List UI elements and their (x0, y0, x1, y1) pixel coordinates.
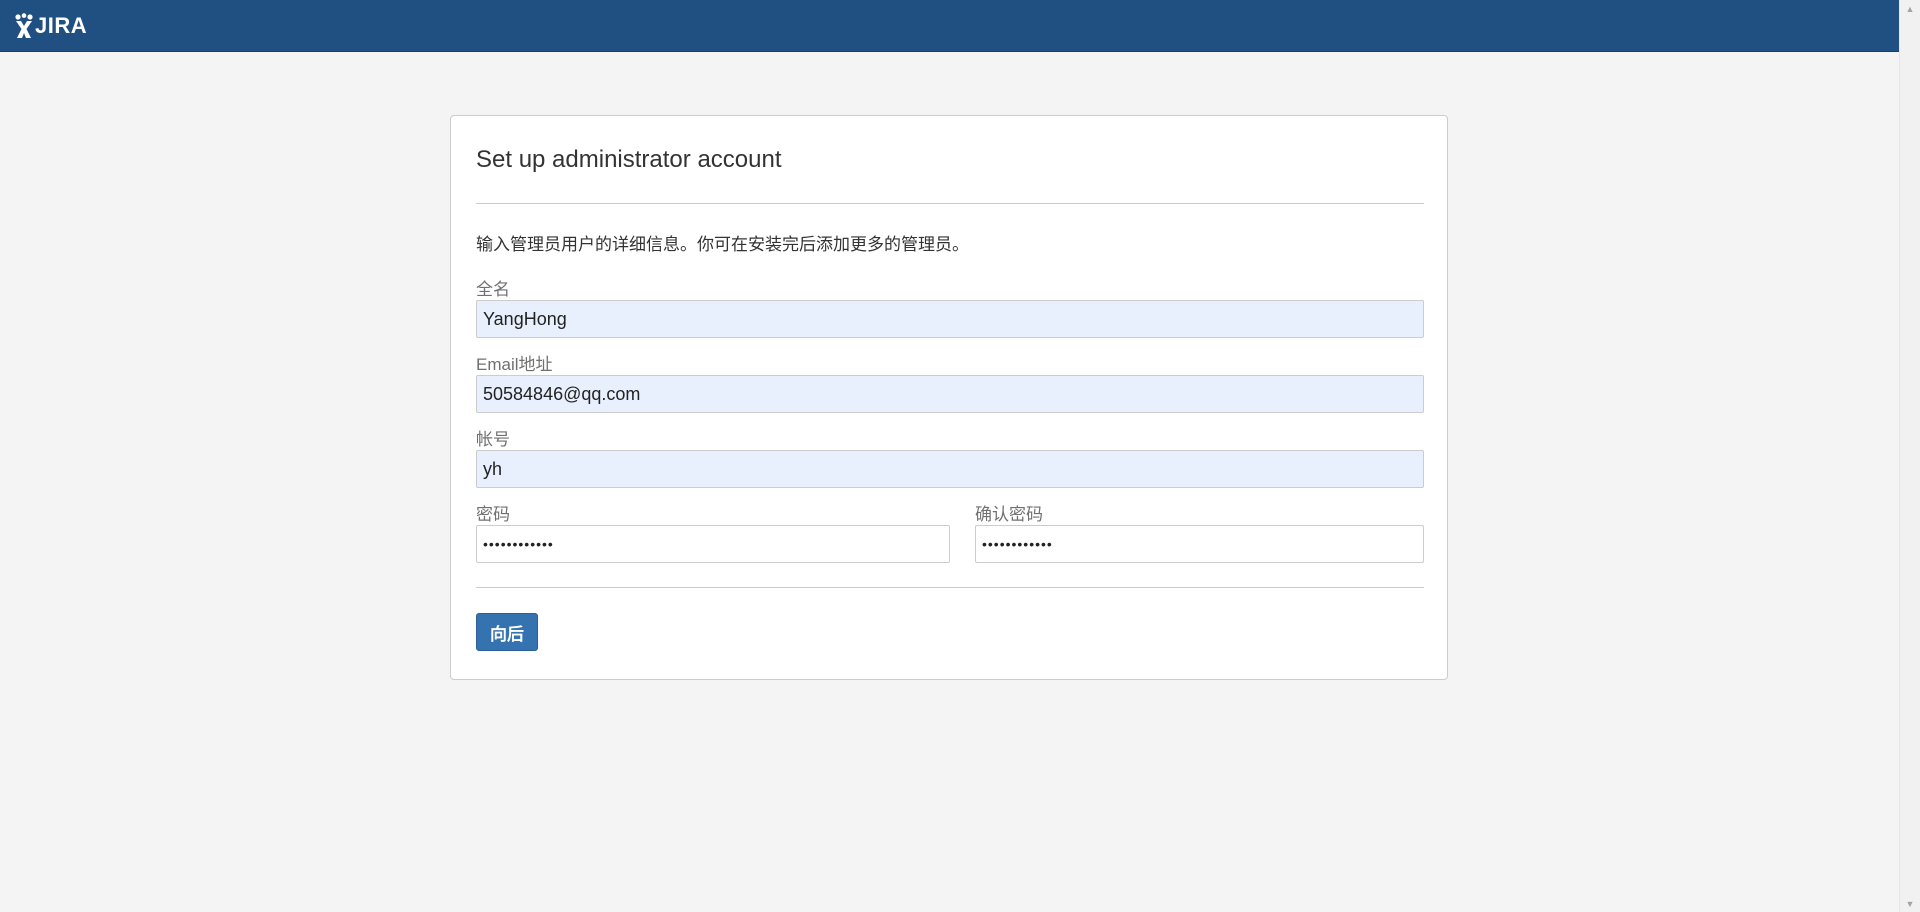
confirm-password-label: 确认密码 (975, 505, 1043, 524)
page: JIRA Set up administrator account 输入管理员用… (0, 0, 1920, 912)
scroll-up-arrow-icon[interactable]: ▲ (1900, 0, 1920, 17)
page-title: Set up administrator account (476, 146, 782, 173)
jira-logo-text: JIRA (35, 12, 88, 38)
jira-logo-icon (14, 12, 34, 39)
scroll-down-arrow-icon[interactable]: ▼ (1900, 895, 1920, 912)
panel-description: 输入管理员用户的详细信息。你可在安装完后添加更多的管理员。 (476, 235, 969, 254)
title-divider (476, 203, 1424, 204)
password-label: 密码 (476, 505, 510, 524)
form-footer-divider (476, 587, 1424, 588)
fullname-label: 全名 (476, 280, 510, 299)
vertical-scrollbar[interactable]: ▲ ▼ (1899, 0, 1920, 912)
username-input[interactable] (476, 450, 1424, 488)
email-input[interactable] (476, 375, 1424, 413)
password-input[interactable] (476, 525, 950, 563)
confirm-password-input[interactable] (975, 525, 1424, 563)
setup-admin-account-panel: Set up administrator account 输入管理员用户的详细信… (450, 115, 1448, 680)
jira-logo[interactable]: JIRA (14, 11, 87, 41)
next-button[interactable]: 向后 (476, 613, 538, 651)
fullname-input[interactable] (476, 300, 1424, 338)
email-label: Email地址 (476, 355, 553, 374)
top-navigation-bar: JIRA (0, 0, 1900, 52)
username-label: 帐号 (476, 430, 510, 449)
